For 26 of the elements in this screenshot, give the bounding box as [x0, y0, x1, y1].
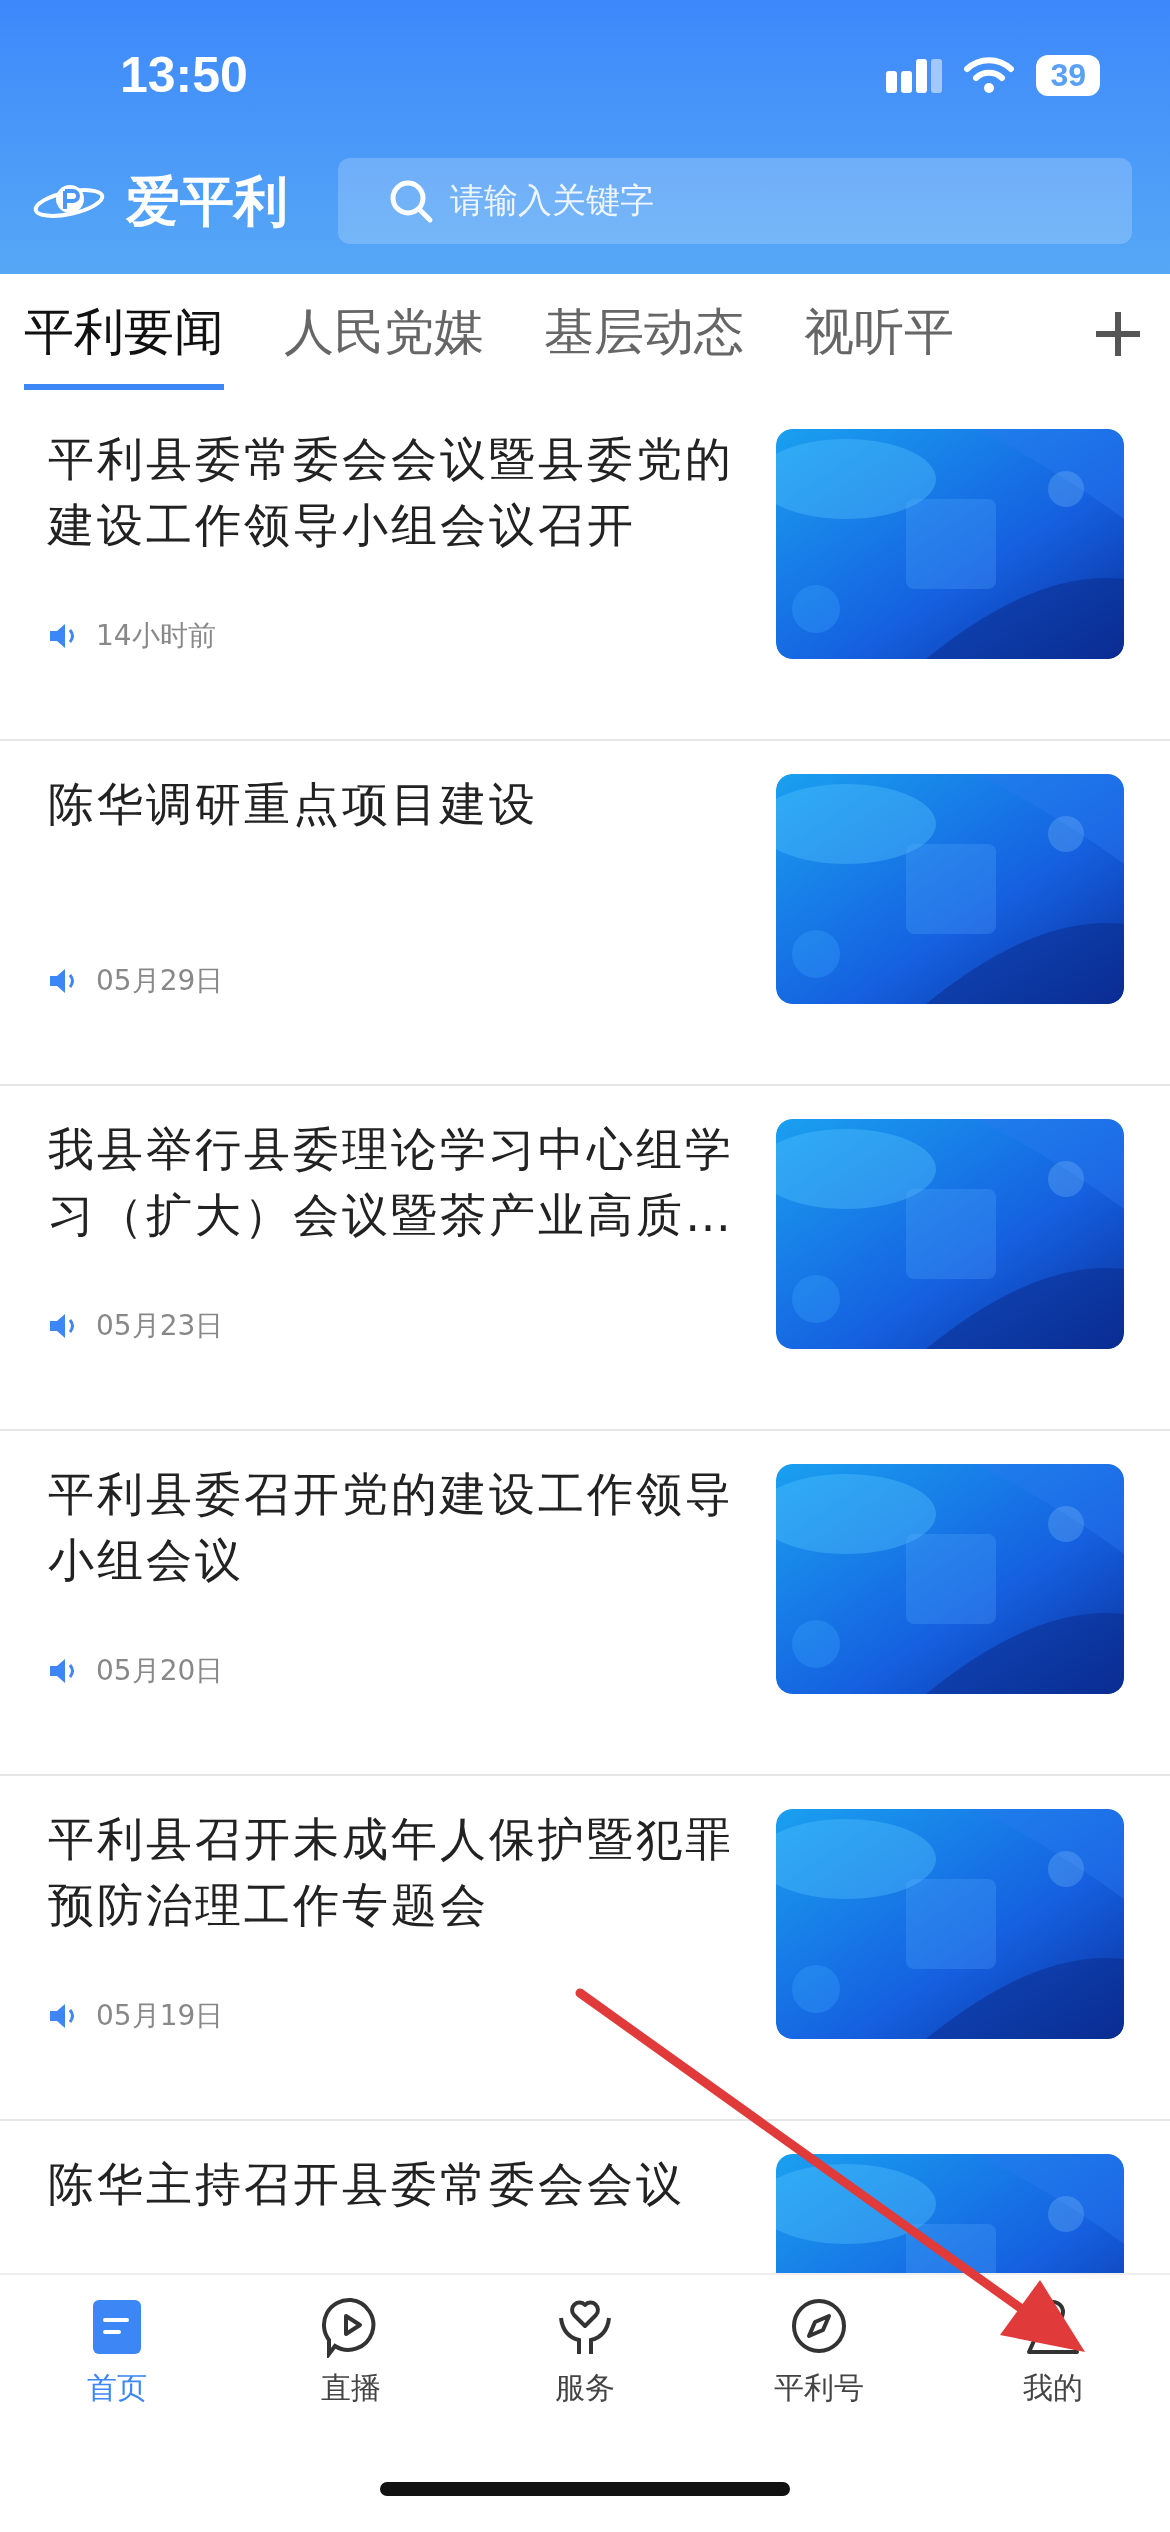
article-title[interactable]: 我县举行县委理论学习中心组学习（扩大）会议暨茶产业高质… — [48, 1116, 740, 1307]
tab[interactable]: 基层动态 — [544, 280, 744, 390]
logo-text: 爱平利 — [125, 168, 289, 235]
nav-tab[interactable]: 首页 — [0, 2295, 234, 2445]
article-time: 14小时前 — [96, 618, 216, 654]
article-time: 05月29日 — [96, 963, 224, 999]
tab[interactable]: 人民党媒 — [284, 280, 484, 390]
article-title[interactable]: 陈华主持召开县委常委会会议 — [48, 2151, 740, 2273]
battery-level: 39 — [1036, 54, 1100, 96]
tab[interactable]: 视听平 — [804, 280, 954, 390]
article-time: 05月19日 — [96, 1998, 224, 2034]
add-icon[interactable] — [1094, 310, 1142, 358]
search-icon — [388, 178, 434, 224]
article-title[interactable]: 陈华调研重点项目建设 — [48, 771, 740, 962]
nav-tab[interactable]: 平利号 — [702, 2295, 936, 2445]
article-title[interactable]: 平利县委常委会会议暨县委党的建设工作领导小组会议召开 — [48, 426, 740, 617]
article-title[interactable]: 平利县召开未成年人保护暨犯罪预防治理工作专题会 — [48, 1806, 740, 1997]
nav-tab[interactable]: 服务 — [468, 2295, 702, 2445]
article-time: 05月23日 — [96, 1308, 224, 1344]
tab[interactable]: 平利要闻 — [24, 280, 224, 390]
article-title[interactable]: 平利县委召开党的建设工作领导小组会议 — [48, 1461, 740, 1652]
signal-icon — [886, 57, 943, 93]
nav-tab[interactable]: 直播 — [234, 2295, 468, 2445]
wifi-icon — [964, 57, 1015, 93]
article-time: 05月20日 — [96, 1653, 224, 1689]
status-time: 13:50 — [120, 46, 248, 104]
